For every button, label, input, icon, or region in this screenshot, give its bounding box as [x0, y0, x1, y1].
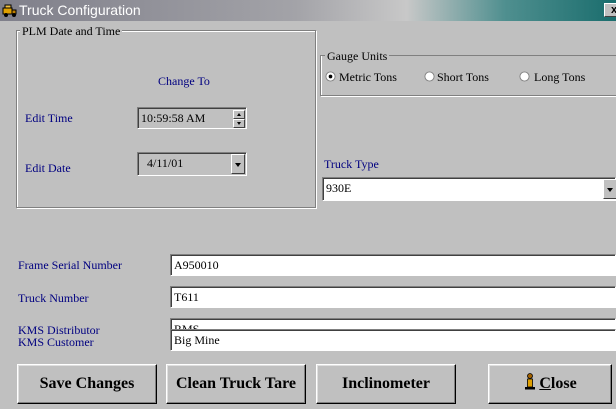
close-accelerator: C — [539, 375, 551, 392]
chevron-down-icon — [607, 188, 613, 192]
truck-number-input[interactable]: T611 — [170, 286, 616, 308]
truck-number-label: Truck Number — [18, 291, 89, 305]
close-button[interactable]: Close — [488, 364, 612, 404]
chevron-down-icon — [235, 163, 241, 167]
window-title: Truck Configuration — [19, 2, 141, 18]
edit-time-field[interactable]: 10:59:58 AM — [137, 107, 247, 129]
truck-icon — [2, 4, 17, 17]
window-close-button[interactable]: x — [604, 3, 616, 17]
radio-selected-icon — [325, 71, 336, 82]
clean-truck-tare-button[interactable]: Clean Truck Tare — [166, 364, 306, 404]
radio-metric-tons-label: Metric Tons — [339, 70, 397, 84]
truck-type-label: Truck Type — [324, 157, 379, 171]
spin-up-button[interactable] — [233, 110, 245, 119]
radio-unselected-icon — [424, 71, 435, 82]
truck-type-dropdown-button[interactable] — [603, 179, 616, 199]
edit-date-label: Edit Date — [25, 161, 71, 175]
radio-long-tons-label: Long Tons — [534, 70, 586, 84]
truck-configuration-window: Truck Configuration x PLM Date and Time … — [0, 0, 616, 409]
plm-group-legend: PLM Date and Time — [20, 24, 123, 38]
inclinometer-button[interactable]: Inclinometer — [316, 364, 456, 404]
close-icon: x — [611, 4, 616, 16]
kms-customer-input[interactable]: Big Mine — [170, 329, 616, 351]
arrow-up-icon — [237, 113, 241, 116]
close-label: lose — [550, 375, 577, 392]
arrow-down-icon — [237, 122, 241, 125]
truck-type-select[interactable]: 930E — [322, 177, 616, 201]
edit-time-label: Edit Time — [25, 111, 73, 125]
save-changes-button[interactable]: Save Changes — [17, 364, 157, 404]
radio-short-tons-label: Short Tons — [437, 70, 489, 84]
frame-serial-input[interactable]: A950010 — [170, 254, 616, 276]
radio-unselected-icon — [519, 71, 530, 82]
title-bar[interactable]: Truck Configuration x — [0, 0, 616, 21]
kms-customer-label: KMS Customer — [18, 335, 94, 349]
edit-time-spinner[interactable] — [233, 110, 245, 128]
frame-serial-label: Frame Serial Number — [18, 258, 122, 272]
edit-date-dropdown-button[interactable] — [231, 154, 245, 174]
gauge-group-legend: Gauge Units — [325, 49, 390, 63]
person-icon — [525, 373, 536, 390]
change-to-label: Change To — [158, 74, 210, 88]
spin-down-button[interactable] — [233, 119, 245, 128]
